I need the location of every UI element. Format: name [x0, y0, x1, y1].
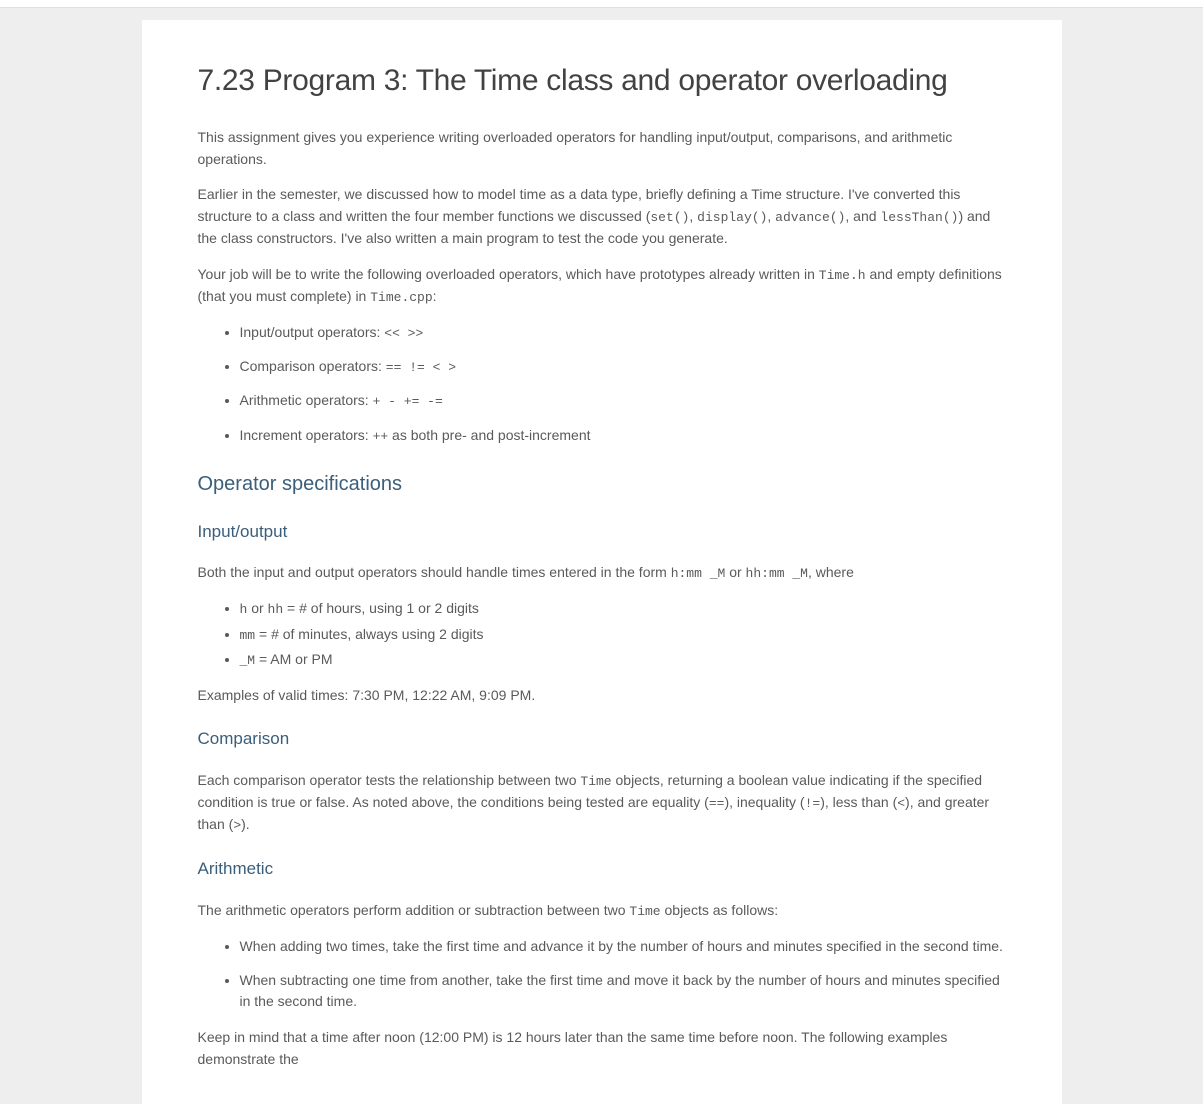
code-mm: mm — [240, 628, 256, 643]
cmp-paragraph-1: Each comparison operator tests the relat… — [198, 770, 1006, 836]
code-cmp-ops: == != < > — [386, 360, 456, 375]
io-format-list: h or hh = # of hours, using 1 or 2 digit… — [198, 598, 1006, 670]
arith-paragraph-2: Keep in mind that a time after noon (12:… — [198, 1027, 1006, 1070]
arith-paragraph-1: The arithmetic operators perform additio… — [198, 900, 1006, 922]
code-inc-op: ++ — [373, 429, 389, 444]
intro-paragraph-1: This assignment gives you experience wri… — [198, 127, 1006, 170]
list-item: Increment operators: ++ as both pre- and… — [240, 425, 1006, 447]
code-time: Time — [580, 774, 611, 789]
code-lessthan: lessThan() — [880, 210, 958, 225]
list-item: _M = AM or PM — [240, 649, 1006, 671]
page-container: 7.23 Program 3: The Time class and opera… — [0, 8, 1203, 1104]
code-time-cpp: Time.cpp — [370, 290, 432, 305]
list-item: Input/output operators: << >> — [240, 322, 1006, 344]
content-panel: 7.23 Program 3: The Time class and opera… — [142, 20, 1062, 1104]
code-io-ops: << >> — [384, 326, 423, 341]
code-hh: hh — [268, 602, 284, 617]
list-item: Comparison operators: == != < > — [240, 356, 1006, 378]
code-form2: hh:mm _M — [746, 566, 808, 581]
intro-paragraph-3: Your job will be to write the following … — [198, 264, 1006, 308]
code-set: set() — [650, 210, 689, 225]
list-item: When subtracting one time from another, … — [240, 970, 1006, 1013]
arith-list: When adding two times, take the first ti… — [198, 936, 1006, 1013]
intro-paragraph-2: Earlier in the semester, we discussed ho… — [198, 184, 1006, 250]
code-m: _M — [240, 653, 256, 668]
code-advance: advance() — [775, 210, 845, 225]
code-form1: h:mm _M — [671, 566, 726, 581]
code-display: display() — [697, 210, 767, 225]
code-lt: < — [897, 796, 905, 811]
list-item: mm = # of minutes, always using 2 digits — [240, 624, 1006, 646]
code-time-h: Time.h — [819, 268, 866, 283]
subsection-heading-io: Input/output — [198, 519, 1006, 545]
subsection-heading-comparison: Comparison — [198, 726, 1006, 752]
page-title: 7.23 Program 3: The Time class and opera… — [198, 58, 1006, 103]
section-heading-spec: Operator specifications — [198, 469, 1006, 499]
operator-list: Input/output operators: << >> Comparison… — [198, 322, 1006, 447]
code-arith-ops: + - += -= — [373, 394, 443, 409]
code-eq: == — [709, 796, 725, 811]
io-paragraph-1: Both the input and output operators shou… — [198, 562, 1006, 584]
top-bar — [0, 0, 1203, 8]
subsection-heading-arithmetic: Arithmetic — [198, 856, 1006, 882]
code-gt: > — [233, 818, 241, 833]
list-item: When adding two times, take the first ti… — [240, 936, 1006, 958]
io-examples: Examples of valid times: 7:30 PM, 12:22 … — [198, 685, 1006, 707]
list-item: h or hh = # of hours, using 1 or 2 digit… — [240, 598, 1006, 620]
code-time2: Time — [629, 904, 660, 919]
list-item: Arithmetic operators: + - += -= — [240, 390, 1006, 412]
code-neq: != — [805, 796, 821, 811]
